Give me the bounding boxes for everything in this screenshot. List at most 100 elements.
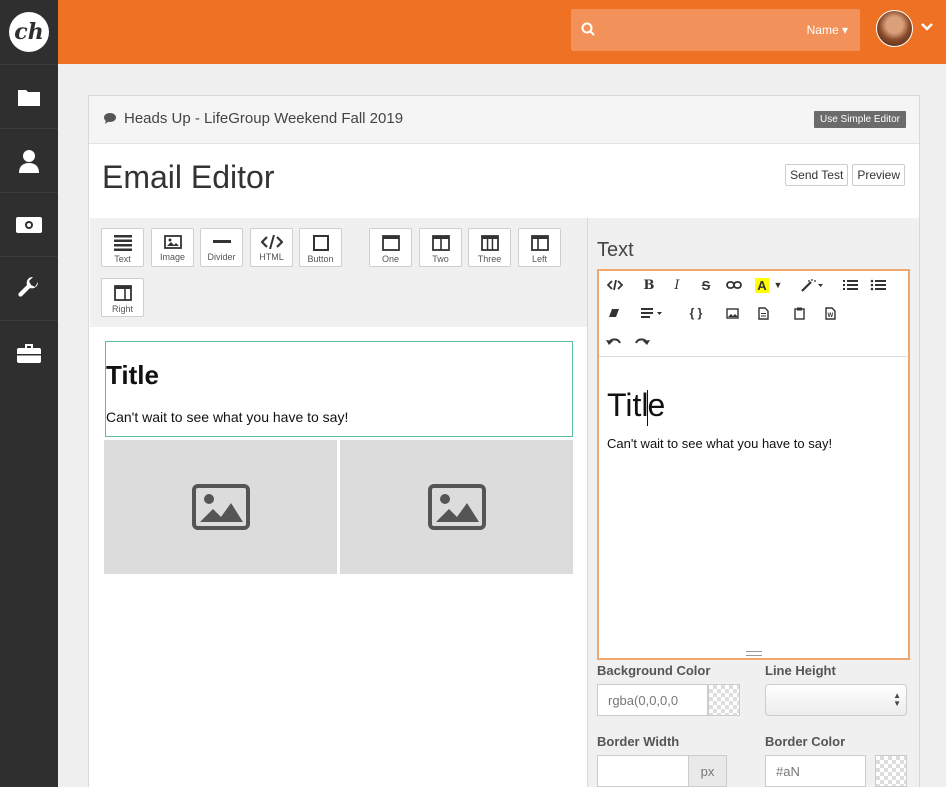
- chevron-down-icon[interactable]: [920, 22, 934, 32]
- layout-left-icon: [530, 235, 549, 251]
- sidebar-item-settings[interactable]: [0, 320, 58, 384]
- layout-two-button[interactable]: Two: [419, 228, 462, 267]
- page-title: Email Editor: [102, 159, 275, 195]
- eraser-icon[interactable]: [602, 302, 626, 324]
- rte-body-text: Can't wait to see what you have to say!: [607, 436, 833, 451]
- sidebar-item-folders[interactable]: [0, 64, 58, 128]
- rte-content[interactable]: Title Can't wait to see what you have to…: [599, 357, 908, 657]
- resize-handle[interactable]: [746, 651, 762, 656]
- briefcase-icon: [17, 343, 41, 363]
- preview-button[interactable]: Preview: [852, 164, 905, 186]
- component-button-label: Button: [307, 254, 334, 264]
- rte-title-text-after-caret: e: [647, 387, 666, 423]
- image-placeholder-icon: [191, 484, 250, 530]
- component-divider-label: Divider: [207, 252, 236, 262]
- avatar[interactable]: [876, 10, 913, 47]
- component-html-button[interactable]: HTML: [250, 228, 293, 267]
- canvas-body-text: Can't wait to see what you have to say!: [106, 409, 349, 425]
- rte-title: Title: [607, 387, 665, 426]
- border-width-unit: px: [689, 755, 727, 787]
- bg-color-swatch[interactable]: [708, 684, 740, 716]
- divider-icon: [212, 240, 231, 243]
- panel-header: Heads Up - LifeGroup Weekend Fall 2019 U…: [89, 96, 919, 144]
- layout-right-button[interactable]: Right: [101, 278, 144, 317]
- bold-icon[interactable]: B: [637, 274, 661, 296]
- svg-text:W: W: [827, 313, 833, 319]
- component-text-button[interactable]: Text: [101, 228, 144, 267]
- layout-left-button[interactable]: Left: [518, 228, 561, 267]
- document-icon[interactable]: [751, 302, 775, 324]
- properties-heading: Text: [597, 239, 634, 261]
- border-width-input[interactable]: [597, 755, 689, 787]
- unordered-list-icon[interactable]: [866, 274, 890, 296]
- folder-icon: [18, 89, 40, 106]
- strikethrough-icon[interactable]: S: [694, 274, 718, 296]
- component-image-button[interactable]: Image: [151, 228, 194, 267]
- paste-icon[interactable]: [787, 302, 811, 324]
- rte-title-text-before-caret: Titl: [607, 387, 649, 423]
- logo-mark: ch: [9, 12, 49, 52]
- align-dropdown-icon[interactable]: [637, 302, 667, 324]
- rte-toolbar: B I S A ▼ { } W: [599, 271, 908, 357]
- button-square-icon: [312, 235, 329, 251]
- text-lines-icon: [113, 235, 132, 251]
- component-button-button[interactable]: Button: [299, 228, 342, 267]
- bg-color-input[interactable]: rgba(0,0,0,0: [597, 684, 708, 716]
- send-test-button[interactable]: Send Test: [785, 164, 849, 186]
- bg-color-label: Background Color: [597, 663, 711, 678]
- component-image-label: Image: [159, 252, 185, 262]
- logo-text: ch: [14, 19, 44, 45]
- sidebar-item-admin-tools[interactable]: [0, 256, 58, 320]
- canvas-title: Title: [106, 360, 159, 390]
- border-width-label: Border Width: [597, 734, 680, 749]
- communication-title-text: Heads Up - LifeGroup Weekend Fall 2019: [124, 110, 404, 127]
- search-input[interactable]: [603, 19, 773, 41]
- select-arrows-icon: ▲ ▼: [893, 691, 901, 708]
- italic-icon[interactable]: I: [665, 274, 689, 296]
- paste-word-icon[interactable]: W: [818, 302, 842, 324]
- image-placeholder-right[interactable]: [340, 440, 573, 574]
- border-color-swatch[interactable]: [875, 755, 907, 787]
- email-canvas-area: Text Image Divider HTML Button One Two T…: [90, 218, 587, 787]
- redo-icon[interactable]: [630, 330, 654, 352]
- layout-three-icon: [480, 235, 499, 251]
- sidebar-item-finance[interactable]: [0, 192, 58, 256]
- ordered-list-icon[interactable]: [838, 274, 862, 296]
- text-color-caret-icon[interactable]: ▼: [770, 274, 786, 296]
- link-icon[interactable]: [722, 274, 746, 296]
- selected-text-block[interactable]: Title Can't wait to see what you have to…: [105, 341, 573, 437]
- component-toolbar: Text Image Divider HTML Button One Two T…: [90, 218, 587, 327]
- sidebar-item-people[interactable]: [0, 128, 58, 192]
- communication-title: Heads Up - LifeGroup Weekend Fall 2019: [103, 110, 403, 127]
- comment-icon: [104, 113, 116, 124]
- image-icon: [163, 235, 182, 249]
- component-divider-button[interactable]: Divider: [200, 228, 243, 267]
- top-bar: Name ▾: [58, 0, 946, 64]
- merge-field-icon[interactable]: { }: [684, 302, 708, 324]
- code-view-icon[interactable]: [603, 274, 627, 296]
- email-editor-panel: Heads Up - LifeGroup Weekend Fall 2019 U…: [88, 95, 920, 787]
- line-height-label: Line Height: [765, 663, 836, 678]
- layout-three-button[interactable]: Three: [468, 228, 511, 267]
- search-icon: [581, 22, 595, 36]
- layout-right-label: Right: [111, 304, 133, 314]
- layout-one-button[interactable]: One: [369, 228, 412, 267]
- search-scope-dropdown[interactable]: Name ▾: [807, 23, 848, 37]
- image-placeholder-left[interactable]: [104, 440, 337, 574]
- properties-panel: Text B I S A ▼ { } W Title Can't wait to…: [587, 218, 919, 787]
- border-color-input[interactable]: #aN: [765, 755, 866, 787]
- layout-left-label: Left: [531, 254, 547, 264]
- sidebar: ch: [0, 0, 58, 787]
- person-icon: [19, 149, 39, 173]
- code-icon: [260, 235, 283, 249]
- use-simple-editor-button[interactable]: Use Simple Editor: [813, 111, 906, 128]
- search-box[interactable]: Name ▾: [571, 9, 860, 51]
- logo[interactable]: ch: [0, 0, 58, 64]
- insert-image-icon[interactable]: [720, 302, 744, 324]
- wrench-icon: [18, 276, 39, 297]
- magic-wand-icon[interactable]: [797, 274, 827, 296]
- layout-two-icon: [431, 235, 450, 251]
- undo-icon[interactable]: [602, 330, 626, 352]
- line-height-select[interactable]: ▲ ▼: [765, 684, 907, 716]
- rich-text-editor[interactable]: B I S A ▼ { } W Title Can't wait to see …: [597, 269, 910, 660]
